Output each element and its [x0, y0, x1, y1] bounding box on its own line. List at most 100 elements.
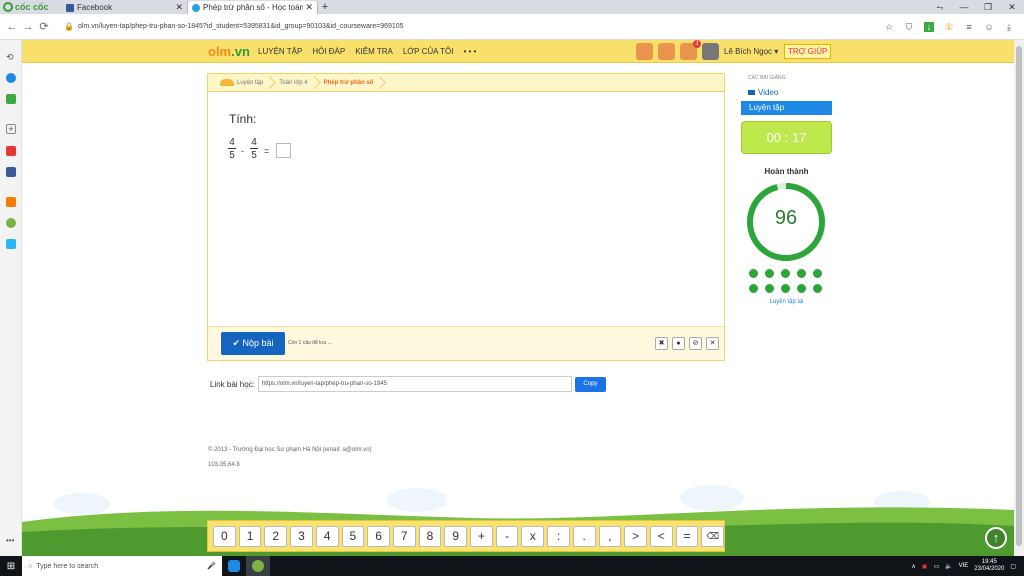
progress-dot — [813, 284, 822, 293]
history-icon[interactable]: ⟲ — [6, 52, 16, 62]
record-icon[interactable]: ● — [672, 337, 685, 350]
key-button[interactable]: 0 — [213, 525, 236, 547]
coccoc-icon — [252, 560, 264, 572]
key-button[interactable]: = — [675, 525, 699, 547]
nav-test[interactable]: KIỂM TRA — [355, 47, 393, 56]
messenger-icon[interactable] — [6, 73, 16, 83]
clock-date: 23/04/2020 — [974, 566, 1005, 572]
volume-icon[interactable]: 🔈 — [945, 563, 952, 570]
downloads-icon[interactable]: ⤓ — [1004, 22, 1014, 32]
new-tab-button[interactable]: + — [318, 1, 332, 14]
timer: 00 : 17 — [741, 121, 832, 154]
tray-chevron-icon[interactable]: ∧ — [911, 563, 915, 570]
key-button[interactable]: 8 — [418, 525, 442, 547]
games-icon[interactable] — [6, 94, 16, 104]
key-button[interactable]: 1 — [238, 525, 262, 547]
minimize-icon[interactable]: — — [952, 0, 976, 14]
chat-icon[interactable] — [658, 43, 675, 60]
key-button[interactable]: 2 — [264, 525, 288, 547]
download-ext-icon[interactable]: ↓ — [924, 21, 934, 32]
profile-icon[interactable] — [636, 43, 653, 60]
side-practice-link[interactable]: Luyện tập — [741, 101, 832, 115]
notification-icon[interactable]: 1 — [680, 40, 701, 60]
key-button[interactable]: . — [572, 525, 596, 547]
scroll-top-button[interactable]: ↑ — [985, 527, 1007, 549]
progress-dot — [781, 284, 790, 293]
browser-brand[interactable]: cốc cốc — [0, 0, 62, 14]
coccoc-app[interactable] — [246, 556, 270, 576]
retry-link[interactable]: Luyện tập lại — [741, 299, 832, 305]
restore-icon[interactable]: ❐ — [976, 0, 1000, 14]
key-button[interactable]: x — [521, 525, 545, 547]
reader-icon[interactable]: ≡ — [964, 22, 974, 32]
key-button[interactable]: + — [470, 525, 493, 547]
back-icon[interactable]: ← — [4, 21, 20, 33]
nav-qa[interactable]: HỎI ĐÁP — [312, 47, 345, 56]
clear-icon[interactable]: ✖ — [655, 337, 668, 350]
user-menu[interactable]: Lê Bích Ngọc ▾ — [724, 47, 778, 56]
tab-facebook[interactable]: Facebook ✕ — [62, 1, 188, 14]
block-icon[interactable]: ⊘ — [689, 337, 702, 350]
stats-icon[interactable] — [6, 239, 16, 249]
coccoc-map-icon[interactable] — [6, 218, 16, 228]
star-icon[interactable]: ☆ — [884, 22, 894, 32]
mic-icon[interactable]: 🎤 — [207, 562, 216, 570]
key-button[interactable]: > — [624, 525, 647, 547]
extension-icon[interactable]: ① — [944, 22, 954, 32]
site-header: olm.vn LUYỆN TẬP HỎI ĐÁP KIỂM TRA LỚP CỦ… — [22, 40, 1014, 63]
url-field[interactable]: olm.vn/luyen-tap/phep-tru-phan-so-1845?i… — [78, 23, 404, 30]
action-center-icon[interactable]: ▢ — [1010, 563, 1016, 570]
reload-icon[interactable]: ⟳ — [36, 20, 52, 33]
antivirus-icon[interactable]: ▣ — [922, 563, 928, 570]
vertical-scrollbar[interactable] — [1014, 40, 1024, 556]
language-indicator[interactable]: VIE — [959, 563, 969, 569]
network-icon[interactable]: ▭ — [933, 563, 939, 570]
nav-my-class[interactable]: LỚP CỦA TÔI — [403, 47, 454, 56]
forward-icon[interactable]: → — [20, 21, 36, 33]
facebook-side-icon[interactable] — [6, 167, 16, 177]
nav-practice[interactable]: LUYỆN TẬP — [258, 47, 302, 56]
add-icon[interactable]: + — [6, 124, 16, 134]
account-icon[interactable]: ☺ — [984, 22, 994, 32]
shield-icon[interactable]: ⛉ — [904, 22, 914, 32]
close-tab-icon[interactable]: ✕ — [175, 2, 183, 13]
key-button[interactable]: 7 — [392, 525, 416, 547]
crumb-practice[interactable]: Luyện tập — [212, 74, 271, 92]
close-tab-icon[interactable]: ✕ — [305, 2, 313, 13]
key-button[interactable]: , — [598, 525, 622, 547]
answer-input[interactable] — [276, 143, 291, 158]
key-button[interactable]: - — [495, 525, 519, 547]
help-button[interactable]: TRỢ GIÚP — [784, 44, 832, 59]
video-icon — [748, 90, 755, 95]
windows-start-icon[interactable]: ⊞ — [0, 561, 22, 572]
avatar[interactable] — [702, 43, 719, 60]
tab-olm[interactable]: Phép trừ phân số - Học toán ✕ — [188, 1, 318, 14]
notification-badge: 1 — [693, 40, 701, 48]
key-button[interactable]: 6 — [367, 525, 390, 547]
logo-main: olm — [208, 44, 232, 59]
submit-button[interactable]: ✔ Nộp bài — [221, 332, 285, 355]
scroll-thumb[interactable] — [1016, 46, 1022, 546]
clock[interactable]: 19:45 23/04/2020 — [974, 559, 1004, 573]
key-button[interactable]: 5 — [341, 525, 365, 547]
olm-logo[interactable]: olm.vn — [208, 44, 250, 59]
tab-menu-icon[interactable]: ⥊ — [928, 0, 952, 14]
key-button[interactable]: 4 — [315, 525, 339, 547]
more-icon[interactable]: ••• — [6, 536, 16, 546]
copy-button[interactable]: Copy — [574, 376, 606, 392]
fullscreen-icon[interactable]: ✕ — [706, 337, 719, 350]
close-window-icon[interactable]: ✕ — [1000, 0, 1024, 14]
backspace-icon[interactable]: ⌫ — [701, 525, 725, 547]
key-button[interactable]: 3 — [290, 525, 313, 547]
nav-more[interactable]: • • • — [463, 47, 476, 56]
youtube-icon[interactable] — [6, 146, 16, 156]
key-button[interactable]: < — [649, 525, 673, 547]
edge-app[interactable] — [222, 556, 246, 576]
shop-icon[interactable] — [6, 197, 16, 207]
key-button[interactable]: : — [547, 525, 570, 547]
crumb-grade[interactable]: Toán lớp 4 — [271, 74, 315, 92]
taskbar-search[interactable]: ○ Type here to search 🎤 — [22, 556, 222, 576]
key-button[interactable]: 9 — [444, 525, 468, 547]
lesson-link-field[interactable]: https://olm.vn/luyen-tap/phep-tru-phan-s… — [257, 376, 572, 392]
side-video-link[interactable]: Video — [748, 88, 778, 97]
